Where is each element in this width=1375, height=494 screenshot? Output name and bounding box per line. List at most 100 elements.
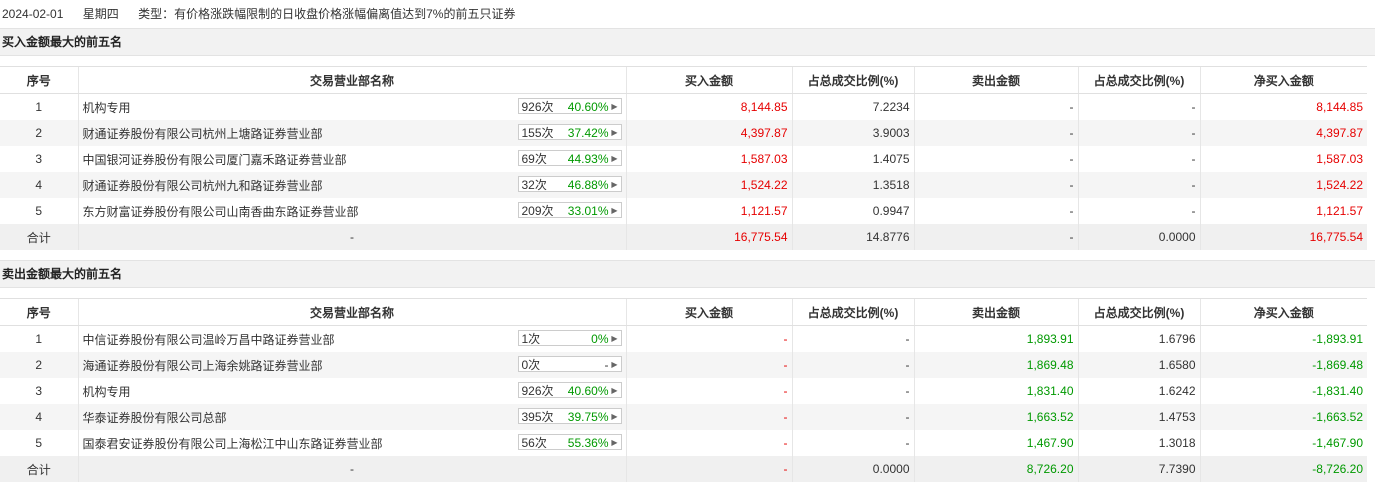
net-amount: 1,121.57 — [1199, 198, 1367, 224]
sell-ratio: 1.4753 — [1077, 404, 1200, 430]
table-row: 4 财通证券股份有限公司杭州九和路证券营业部 32次 46.88% ▶ 1,524.22 1… — [0, 172, 1367, 198]
table-row: 4 华泰证券股份有限公司总部 395次 39.75% ▶ - -1,663.52 1.4753… — [0, 404, 1367, 430]
branch-name-cell: 财通证券股份有限公司杭州上塘路证券营业部 155次 37.42% ▶ — [77, 120, 626, 146]
buy-amount: - — [625, 378, 792, 404]
col-branch-name: 交易营业部名称 — [77, 298, 626, 326]
branch-trade-count: 395次 — [521, 410, 554, 424]
total-buy-amount: - — [625, 456, 792, 482]
buy-amount: 1,587.03 — [625, 146, 792, 172]
row-index: 1 — [35, 332, 43, 346]
buy-ratio: 1.4075 — [791, 146, 914, 172]
sell-amount: 1,831.40 — [913, 378, 1078, 404]
row-index: 2 — [0, 120, 78, 146]
col-buy-amount: 买入金额 — [625, 66, 792, 94]
branch-stats-dropdown[interactable]: 56次 55.36% ▶ — [517, 434, 622, 450]
report-type: 类型：有价格涨跌幅限制的日收盘价格涨幅偏离值达到7%的前五只证券 — [138, 7, 516, 21]
branch-name-link[interactable]: 机构专用 — [83, 101, 131, 115]
branch-stats-dropdown[interactable]: 155次 37.42% ▶ — [517, 124, 622, 140]
table-row: 1 中信证券股份有限公司温岭万昌中路证券营业部 1次 0% ▶ - -1,893.91 1.6… — [0, 325, 1367, 352]
sell-amount: - — [913, 120, 1078, 146]
report-weekday: 星期四 — [82, 7, 119, 21]
row-index: 1 — [35, 100, 43, 114]
net-amount: -1,831.40 — [1199, 378, 1367, 404]
buy-section-title: 买入金额最大的前五名 — [0, 28, 1375, 56]
sell-ratio: 1.6242 — [1077, 378, 1200, 404]
table-row: 3 中国银河证券股份有限公司厦门嘉禾路证券营业部 69次 44.93% ▶ 1,587.0… — [0, 146, 1367, 172]
buy-amount: - — [625, 430, 792, 456]
table-row: 5 国泰君安证券股份有限公司上海松江中山东路证券营业部 56次 55.36% ▶ - -1,… — [0, 430, 1367, 456]
branch-name-link[interactable]: 财通证券股份有限公司杭州上塘路证券营业部 — [83, 127, 323, 141]
total-row: 合计 -16,775.54 14.8776-0.0000 16,775.54 — [0, 224, 1367, 250]
col-sell-amount: 卖出金额 — [913, 66, 1078, 94]
branch-name-cell: 海通证券股份有限公司上海余姚路证券营业部 0次 - ▶ — [77, 352, 626, 378]
buy-ratio: 0.9947 — [791, 198, 914, 224]
sell-ratio: - — [1077, 198, 1200, 224]
caret-right-icon: ▶ — [611, 412, 618, 421]
sell-amount: 1,467.90 — [913, 430, 1078, 456]
buy-ratio: 7.2234 — [791, 93, 914, 120]
row-index: 5 — [35, 436, 43, 450]
table-row: 1 机构专用 926次 40.60% ▶ 8,144.85 7.2234- -8,144.85 — [0, 93, 1367, 120]
branch-trade-count: 32次 — [521, 178, 547, 192]
branch-stats-dropdown[interactable]: 0次 - ▶ — [517, 356, 622, 372]
branch-trade-count: 926次 — [521, 100, 554, 114]
branch-stats-dropdown[interactable]: 926次 40.60% ▶ — [517, 98, 622, 114]
branch-stats-dropdown[interactable]: 32次 46.88% ▶ — [517, 176, 622, 192]
sell-ratio: - — [1077, 120, 1200, 146]
branch-win-rate: 0% — [591, 332, 609, 346]
caret-right-icon: ▶ — [611, 334, 618, 343]
table-row: 2 财通证券股份有限公司杭州上塘路证券营业部 155次 37.42% ▶ 4,397.87… — [0, 120, 1367, 146]
branch-trade-count: 69次 — [521, 152, 547, 166]
buy-amount: 4,397.87 — [625, 120, 792, 146]
sell-amount: 1,869.48 — [913, 352, 1078, 378]
sell-amount: - — [913, 93, 1078, 120]
total-sell-ratio: 0.0000 — [1077, 224, 1200, 250]
sell-ratio: 1.3018 — [1077, 430, 1200, 456]
branch-stats-dropdown[interactable]: 395次 39.75% ▶ — [517, 408, 622, 424]
branch-stats-dropdown[interactable]: 926次 40.60% ▶ — [517, 382, 622, 398]
branch-name-link[interactable]: 海通证券股份有限公司上海余姚路证券营业部 — [83, 359, 323, 373]
caret-right-icon: ▶ — [611, 180, 618, 189]
branch-name-cell: 华泰证券股份有限公司总部 395次 39.75% ▶ — [77, 404, 626, 430]
branch-win-rate: 33.01% — [567, 204, 609, 218]
net-amount: 8,144.85 — [1199, 93, 1367, 120]
branch-win-rate: 39.75% — [567, 410, 609, 424]
branch-win-rate: 46.88% — [567, 178, 609, 192]
sell-amount: - — [913, 198, 1078, 224]
sell-amount: 1,893.91 — [913, 325, 1078, 352]
col-sell-ratio: 占总成交比例(%) — [1077, 298, 1200, 326]
branch-stats-dropdown[interactable]: 1次 0% ▶ — [517, 330, 622, 346]
caret-right-icon: ▶ — [611, 438, 618, 447]
row-index: 4 — [0, 404, 78, 430]
branch-stats-dropdown[interactable]: 209次 33.01% ▶ — [517, 202, 622, 218]
branch-trade-count: 155次 — [521, 126, 554, 140]
table-row: 3 机构专用 926次 40.60% ▶ - -1,831.40 1.6242 -1,831.4… — [0, 378, 1367, 404]
col-index: 序号 — [0, 66, 78, 94]
buy-amount: - — [625, 325, 792, 352]
branch-name-link[interactable]: 国泰君安证券股份有限公司上海松江中山东路证券营业部 — [83, 437, 383, 451]
branch-stats-dropdown[interactable]: 69次 44.93% ▶ — [517, 150, 622, 166]
total-name: - — [77, 456, 626, 482]
net-amount: 1,524.22 — [1199, 172, 1367, 198]
branch-name-link[interactable]: 财通证券股份有限公司杭州九和路证券营业部 — [83, 179, 323, 193]
row-index: 3 — [35, 152, 43, 166]
branch-name-link[interactable]: 东方财富证券股份有限公司山南香曲东路证券营业部 — [83, 205, 359, 219]
total-label: 合计 — [0, 456, 78, 482]
report-date: 2024-02-01 — [2, 7, 64, 21]
branch-name-link[interactable]: 中国银河证券股份有限公司厦门嘉禾路证券营业部 — [83, 153, 347, 167]
branch-name-cell: 机构专用 926次 40.60% ▶ — [77, 93, 626, 120]
branch-name-link[interactable]: 中信证券股份有限公司温岭万昌中路证券营业部 — [83, 333, 335, 347]
branch-name-cell: 中信证券股份有限公司温岭万昌中路证券营业部 1次 0% ▶ — [77, 325, 626, 352]
sell-amount: 1,663.52 — [913, 404, 1078, 430]
total-net-amount: 16,775.54 — [1199, 224, 1367, 250]
branch-name-link[interactable]: 机构专用 — [83, 385, 131, 399]
buy-amount: - — [625, 404, 792, 430]
sell-ratio: - — [1077, 172, 1200, 198]
branch-name-link[interactable]: 华泰证券股份有限公司总部 — [83, 411, 227, 425]
sell-table: 序号 交易营业部名称 买入金额 占总成交比例(%) 卖出金额 占总成交比例(%)… — [0, 298, 1367, 482]
branch-win-rate: 55.36% — [567, 436, 609, 450]
sell-section-title: 卖出金额最大的前五名 — [0, 260, 1375, 288]
branch-name-cell: 东方财富证券股份有限公司山南香曲东路证券营业部 209次 33.01% ▶ — [77, 198, 626, 224]
sell-amount: - — [913, 172, 1078, 198]
branch-name-cell: 财通证券股份有限公司杭州九和路证券营业部 32次 46.88% ▶ — [77, 172, 626, 198]
